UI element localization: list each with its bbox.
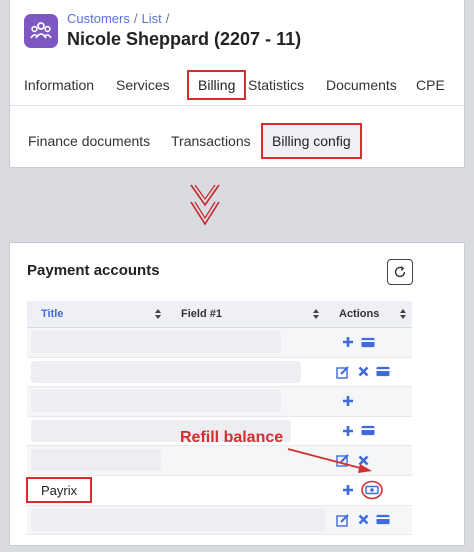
tabs-divider	[10, 105, 464, 106]
add-icon[interactable]	[341, 394, 355, 408]
delete-icon[interactable]	[356, 365, 370, 379]
delete-icon[interactable]	[356, 513, 370, 527]
table-row	[27, 387, 412, 417]
customers-app-icon	[24, 14, 58, 48]
down-chevron-arrow-icon	[190, 184, 220, 226]
table-row	[27, 357, 412, 388]
refresh-icon	[394, 266, 406, 278]
subtab-billing-config[interactable]: Billing config	[261, 123, 362, 159]
redacted-content	[31, 508, 326, 531]
table-row	[27, 328, 412, 358]
redacted-content	[31, 360, 301, 383]
subtab-finance-documents[interactable]: Finance documents	[28, 123, 150, 159]
refill-balance-callout: Refill balance	[180, 429, 284, 446]
section-title: Payment accounts	[27, 262, 160, 279]
tab-documents[interactable]: Documents	[326, 70, 397, 100]
card-icon[interactable]	[376, 365, 390, 379]
page-title: Nicole Sheppard (2207 - 11)	[67, 29, 302, 49]
redacted-content	[31, 390, 281, 413]
tab-statistics[interactable]: Statistics	[248, 70, 304, 100]
callout-arrow	[287, 448, 372, 473]
card-icon[interactable]	[361, 335, 375, 349]
subtab-transactions[interactable]: Transactions	[171, 123, 251, 159]
tab-services[interactable]: Services	[116, 70, 170, 100]
tab-cpe[interactable]: CPE	[416, 70, 445, 100]
table-header: Title Field #1 Actions	[27, 301, 412, 328]
sort-icon[interactable]	[154, 308, 162, 320]
edit-icon[interactable]	[336, 365, 350, 379]
payrix-title: Payrix	[26, 476, 93, 503]
card-icon[interactable]	[361, 424, 375, 438]
payment-accounts-table: Title Field #1 Actions Payrix	[26, 301, 412, 536]
sort-icon[interactable]	[312, 308, 320, 320]
table-row	[27, 505, 412, 536]
tab-information[interactable]: Information	[24, 70, 94, 100]
breadcrumb-separator: /	[165, 11, 170, 26]
breadcrumb-list[interactable]: List	[141, 11, 161, 26]
redacted-content	[31, 449, 161, 472]
redacted-content	[31, 331, 281, 353]
breadcrumb: Customers / List /	[67, 11, 173, 26]
column-title[interactable]: Title	[41, 301, 63, 327]
breadcrumb-customers[interactable]: Customers	[67, 11, 130, 26]
payment-accounts-card: Payment accounts Title Field #1 Actions	[9, 242, 465, 546]
add-icon[interactable]	[341, 335, 355, 349]
sort-icon[interactable]	[399, 308, 407, 320]
breadcrumb-separator: /	[133, 11, 138, 26]
edit-icon[interactable]	[336, 513, 350, 527]
card-icon[interactable]	[376, 513, 390, 527]
customer-header-card: Customers / List / Nicole Sheppard (2207 - …	[9, 0, 465, 168]
tab-billing[interactable]: Billing	[187, 70, 247, 100]
column-field-1[interactable]: Field #1	[181, 301, 222, 327]
add-icon[interactable]	[341, 424, 355, 438]
refresh-button[interactable]	[387, 259, 413, 285]
add-icon[interactable]	[341, 483, 355, 497]
column-actions: Actions	[339, 308, 380, 320]
